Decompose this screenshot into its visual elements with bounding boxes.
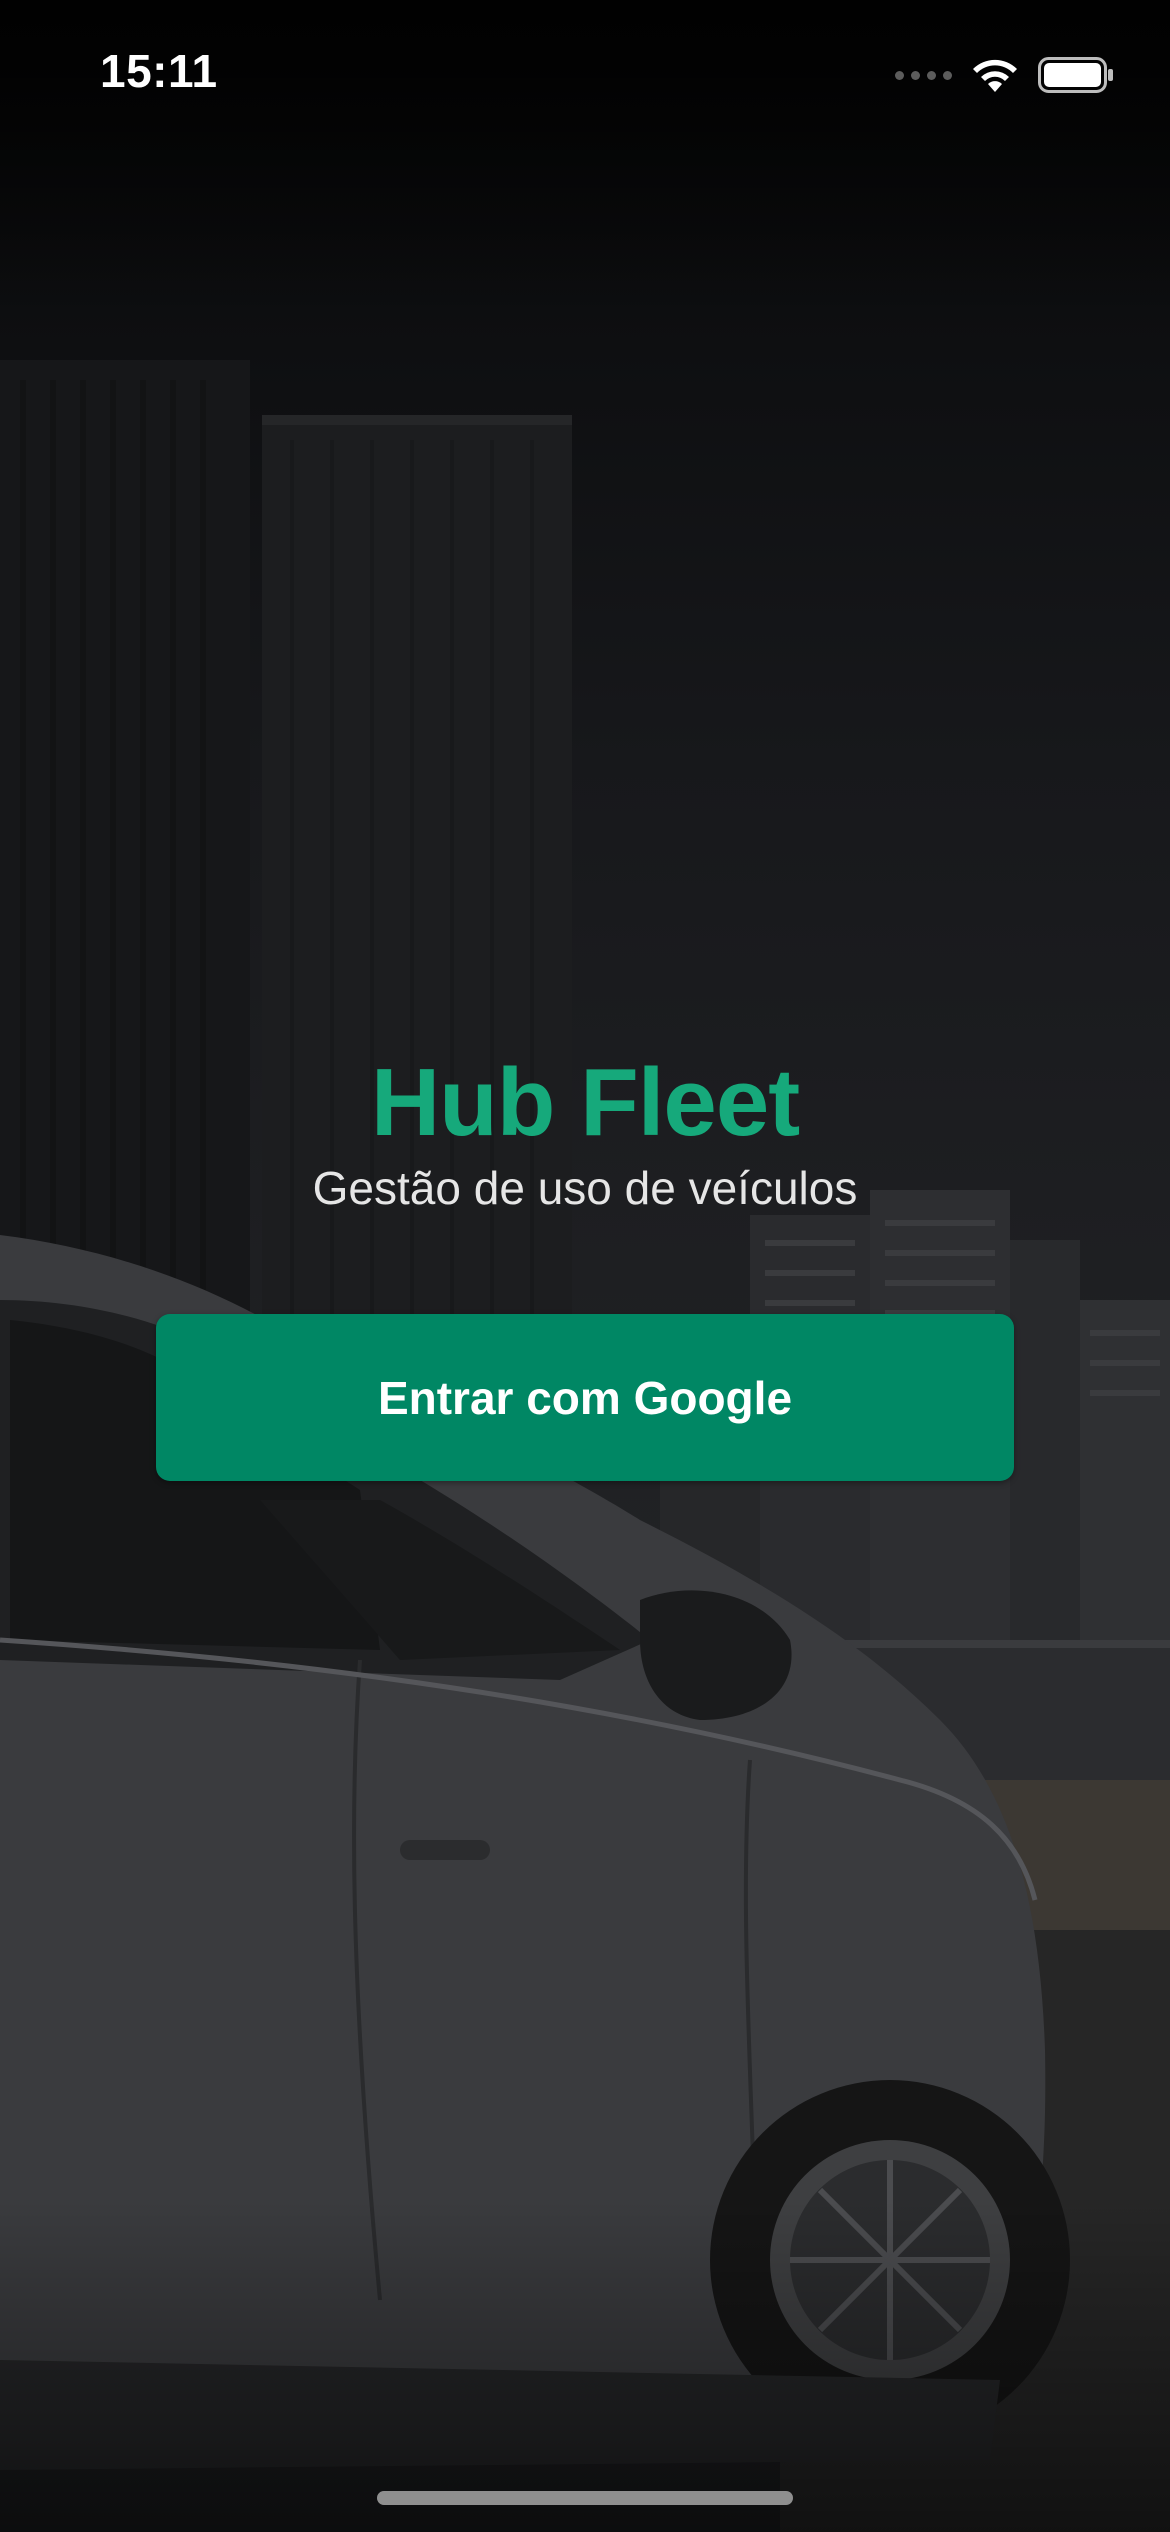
home-indicator[interactable] (377, 2491, 793, 2505)
app-subtitle: Gestão de uso de veículos (312, 1162, 858, 1214)
battery-icon (1038, 57, 1113, 93)
status-time: 15:11 (100, 45, 218, 97)
status-icons (895, 50, 1114, 100)
app-title: Hub Fleet (370, 1049, 800, 1156)
login-screen: 15:11 Hub Fleet Gestão de uso de veículo… (0, 0, 1170, 2532)
dark-overlay (0, 0, 1170, 2532)
background-photo (0, 0, 1170, 2532)
google-login-button[interactable]: Entrar com Google (156, 1314, 1014, 1481)
wifi-icon (973, 59, 1017, 92)
status-bar: 15:11 (0, 0, 1170, 150)
cellular-signal-icon (895, 70, 952, 80)
